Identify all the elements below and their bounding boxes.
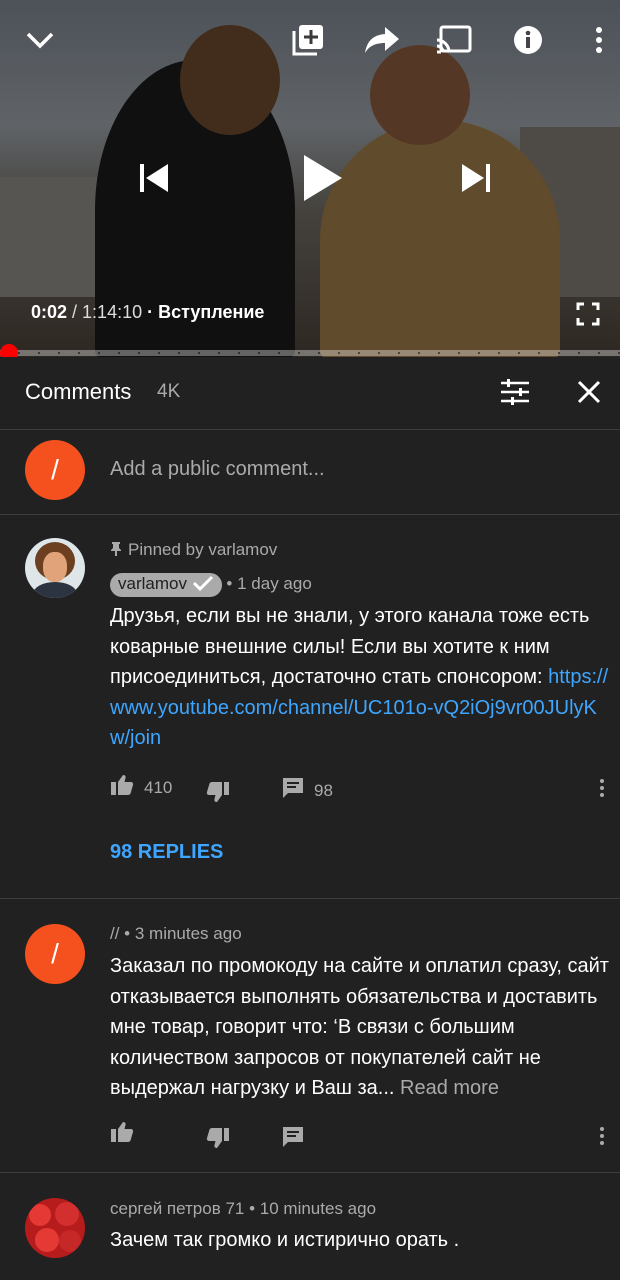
add-comment-input[interactable]: Add a public comment... <box>110 458 325 481</box>
user-avatar: / <box>25 440 85 500</box>
verified-check-icon <box>192 575 214 596</box>
pinned-label: Pinned by varlamov <box>110 540 277 562</box>
progress-scrubber[interactable] <box>0 344 18 357</box>
channel-avatar[interactable] <box>25 538 85 598</box>
close-icon[interactable] <box>572 375 606 409</box>
comments-title: Comments <box>25 379 132 404</box>
meta-separator: • <box>119 924 135 943</box>
reply-count: 98 <box>314 780 333 800</box>
more-vert-icon[interactable] <box>588 22 610 58</box>
thumb-up-icon <box>110 774 134 801</box>
comment-item: / // • 3 minutes ago Заказал по промокод… <box>0 899 620 1172</box>
comment-bubble-icon <box>282 777 304 804</box>
like-button[interactable] <box>110 1121 134 1148</box>
dislike-button[interactable] <box>206 1127 230 1154</box>
comment-body: Заказал по промокоду на сайте и оплатил … <box>110 955 609 1099</box>
meta-separator: • <box>244 1199 260 1218</box>
progress-bar[interactable] <box>0 344 620 357</box>
chapter-title[interactable]: · Вступление <box>142 302 264 322</box>
view-replies-button[interactable]: 98 REPLIES <box>110 841 223 864</box>
comment-time: 1 day ago <box>237 574 312 593</box>
video-duration: 1:14:10 <box>82 302 143 322</box>
reply-button[interactable] <box>282 1126 304 1153</box>
comment-time: 10 minutes ago <box>259 1199 377 1218</box>
pin-icon <box>110 541 122 562</box>
minimize-chevron-icon[interactable] <box>22 22 58 58</box>
time-display: 0:02 / 1:14:10 · Вступление <box>31 302 264 323</box>
add-to-playlist-icon[interactable] <box>288 20 328 60</box>
comment-menu-icon[interactable] <box>600 1125 606 1148</box>
dislike-button[interactable] <box>206 781 230 808</box>
time-separator: / <box>67 302 83 322</box>
play-icon[interactable] <box>292 148 352 208</box>
thumb-up-icon <box>110 1121 134 1148</box>
previous-icon[interactable] <box>132 156 176 200</box>
author-name[interactable]: сергей петров 71 <box>110 1199 244 1218</box>
comments-header: Comments 4K <box>0 357 620 430</box>
share-icon[interactable] <box>360 20 404 60</box>
comment-menu-icon[interactable] <box>600 777 606 800</box>
thumb-down-icon <box>206 1127 230 1154</box>
cast-icon[interactable] <box>434 20 474 60</box>
thumb-down-icon <box>206 781 230 808</box>
like-count: 410 <box>144 777 173 797</box>
author-badge[interactable]: varlamov <box>110 573 222 597</box>
comment-text: Заказал по промокоду на сайте и оплатил … <box>110 951 610 1104</box>
comment-bubble-icon <box>282 1126 304 1153</box>
comment-item: сергей петров 71 • 10 minutes ago Зачем … <box>0 1173 620 1280</box>
chapter-markers <box>0 352 620 354</box>
comment-meta: varlamov • 1 day ago <box>110 573 312 597</box>
like-button[interactable]: 410 <box>110 774 172 801</box>
add-comment-row[interactable]: / Add a public comment... <box>0 430 620 515</box>
current-time: 0:02 <box>31 302 68 322</box>
comment-body: Друзья, если вы не знали, у этого канала… <box>110 605 590 688</box>
next-icon[interactable] <box>454 156 498 200</box>
comment-item: Pinned by varlamov varlamov • 1 day ago … <box>0 515 620 898</box>
reply-button[interactable]: 98 <box>282 777 333 804</box>
comment-text: Друзья, если вы не знали, у этого канала… <box>110 601 610 754</box>
commenter-avatar[interactable] <box>25 1198 85 1258</box>
comment-meta: // • 3 minutes ago <box>110 924 242 944</box>
meta-separator: • <box>221 574 238 593</box>
comment-time: 3 minutes ago <box>134 924 242 943</box>
sort-filter-icon[interactable] <box>498 375 532 409</box>
info-icon[interactable] <box>508 20 548 60</box>
comment-text: Зачем так громко и истирично орать . <box>110 1229 460 1251</box>
author-name: varlamov <box>118 574 187 593</box>
fullscreen-icon[interactable] <box>572 298 604 330</box>
pinned-by-text: Pinned by varlamov <box>128 540 278 559</box>
comment-meta: сергей петров 71 • 10 minutes ago <box>110 1199 376 1219</box>
video-player[interactable]: 0:02 / 1:14:10 · Вступление <box>0 0 620 357</box>
commenter-avatar[interactable]: / <box>25 924 85 984</box>
read-more-link[interactable]: Read more <box>394 1077 499 1099</box>
comments-count: 4K <box>157 381 181 402</box>
